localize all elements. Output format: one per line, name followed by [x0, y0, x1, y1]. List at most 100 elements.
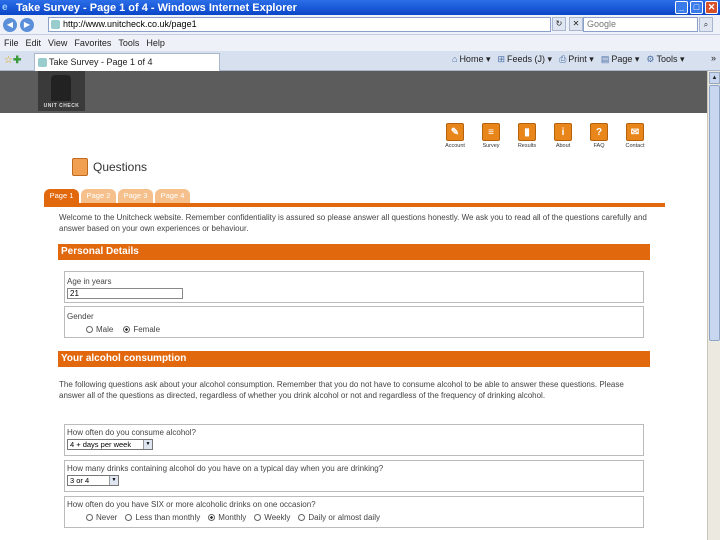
nav-results[interactable]: ▮ Results — [512, 123, 542, 149]
survey-icon: ≡ — [482, 123, 500, 141]
search-input[interactable]: Google — [583, 17, 698, 32]
age-label: Age in years — [67, 277, 112, 286]
gender-options: Male Female — [86, 325, 160, 334]
page-favicon-icon — [51, 20, 60, 29]
chevron-down-icon: ▼ — [109, 476, 118, 485]
close-button[interactable]: ✕ — [705, 1, 718, 14]
nav-label: FAQ — [593, 143, 605, 149]
gender-male-option[interactable]: Male — [86, 325, 113, 334]
menu-edit[interactable]: Edit — [26, 38, 42, 48]
site-nav: ✎ Account ≡ Survey ▮ Results i About ? F… — [440, 123, 650, 149]
nav-label: Contact — [625, 143, 645, 149]
binge-daily-option[interactable]: Daily or almost daily — [298, 513, 380, 522]
nav-label: About — [555, 143, 571, 149]
feeds-button[interactable]: ⊞ Feeds (J) ▾ — [497, 54, 552, 65]
address-bar[interactable]: http://www.unitcheck.co.uk/page1 — [48, 17, 551, 32]
drinks-select[interactable]: 3 or 4 ▼ — [67, 475, 119, 486]
scroll-up-icon[interactable]: ▲ — [709, 72, 720, 84]
drinks-label: How many drinks containing alcohol do yo… — [67, 464, 384, 473]
forward-button[interactable]: ▶ — [20, 17, 34, 32]
tab-label: Take Survey - Page 1 of 4 — [49, 57, 153, 67]
command-bar: ⌂ Home ▾ ⊞ Feeds (J) ▾ ⎙ Print ▾ ▤ Page ▾ ⚙ T… — [452, 54, 685, 65]
nav-faq[interactable]: ? FAQ — [584, 123, 614, 149]
personal-details-header: Personal Details — [58, 244, 650, 260]
tab-page-2[interactable]: Page 2 — [81, 189, 116, 203]
menu-help[interactable]: Help — [146, 38, 165, 48]
gender-female-option[interactable]: Female — [123, 325, 160, 334]
tab-page-3[interactable]: Page 3 — [118, 189, 153, 203]
radio-less-monthly[interactable] — [125, 514, 133, 521]
refresh-button[interactable]: ↻ — [552, 17, 566, 31]
chevron-more-icon[interactable]: » — [711, 53, 716, 63]
address-toolbar: ◀ ▶ http://www.unitcheck.co.uk/page1 ↻ ✕… — [0, 15, 720, 35]
nav-survey[interactable]: ≡ Survey — [476, 123, 506, 149]
tab-page-4[interactable]: Page 4 — [155, 189, 190, 203]
frequency-select[interactable]: 4 + days per week ▼ — [67, 439, 153, 450]
radio-female[interactable] — [123, 326, 131, 333]
nav-contact[interactable]: ✉ Contact — [620, 123, 650, 149]
radio-male[interactable] — [86, 326, 93, 333]
alcohol-intro-text: The following questions ask about your a… — [59, 380, 624, 400]
back-button[interactable]: ◀ — [3, 17, 17, 32]
menu-view[interactable]: View — [48, 38, 67, 48]
intro-text: Welcome to the Unitcheck website. Rememb… — [59, 213, 647, 233]
binge-weekly-option[interactable]: Weekly — [254, 513, 290, 522]
scroll-thumb[interactable] — [709, 85, 720, 341]
binge-never-option[interactable]: Never — [86, 513, 117, 522]
age-input[interactable]: 21 — [67, 288, 183, 299]
tab-favicon-icon — [38, 58, 47, 67]
stop-button[interactable]: ✕ — [569, 17, 583, 31]
drinks-select-value: 3 or 4 — [70, 476, 90, 485]
menu-file[interactable]: File — [4, 38, 19, 48]
tab-bar: ☆✚ Take Survey - Page 1 of 4 ⌂ Home ▾ ⊞ Fe… — [0, 51, 720, 71]
binge-options: Never Less than monthly Monthly Weekly D… — [86, 513, 380, 522]
chevron-down-icon: ▼ — [143, 440, 152, 449]
page-heading: Questions — [93, 160, 148, 174]
nav-label: Results — [517, 143, 537, 149]
page-icon: ▤ — [600, 54, 610, 64]
binge-less-monthly-option[interactable]: Less than monthly — [125, 513, 200, 522]
search-button[interactable]: ⌕ — [699, 17, 713, 32]
nav-about[interactable]: i About — [548, 123, 578, 149]
questions-icon — [72, 158, 88, 176]
question-icon: ? — [590, 123, 608, 141]
address-url: http://www.unitcheck.co.uk/page1 — [63, 19, 197, 29]
add-favorite-icon[interactable]: ✚ — [13, 55, 21, 66]
tab-page-1[interactable]: Page 1 — [44, 189, 79, 203]
nav-label: Survey — [482, 143, 500, 149]
nav-account[interactable]: ✎ Account — [440, 123, 470, 149]
radio-weekly[interactable] — [254, 514, 262, 521]
logo-text: UNIT CHECK — [43, 103, 80, 109]
tools-icon: ⚙ — [646, 54, 655, 64]
pencil-icon: ✎ — [446, 123, 464, 141]
vertical-scrollbar[interactable]: ▲ — [707, 71, 720, 540]
radio-daily[interactable] — [298, 514, 306, 521]
menu-favorites[interactable]: Favorites — [74, 38, 111, 48]
home-button[interactable]: ⌂ Home ▾ — [452, 54, 490, 65]
site-logo[interactable]: UNIT CHECK — [38, 71, 85, 111]
page-menu-button[interactable]: ▤ Page ▾ — [601, 54, 640, 65]
frequency-label: How often do you consume alcohol? — [67, 428, 196, 437]
maximize-button[interactable]: □ — [690, 1, 703, 14]
feeds-icon: ⊞ — [497, 54, 506, 64]
window-titlebar: e Take Survey - Page 1 of 4 - Windows In… — [0, 0, 720, 15]
binge-monthly-option[interactable]: Monthly — [208, 513, 246, 522]
browser-tab[interactable]: Take Survey - Page 1 of 4 — [34, 53, 220, 71]
nav-label: Account — [445, 143, 465, 149]
radio-monthly[interactable] — [208, 514, 216, 521]
menu-bar: File Edit View Favorites Tools Help — [0, 35, 720, 51]
radio-never[interactable] — [86, 514, 93, 521]
tools-menu-button[interactable]: ⚙ Tools ▾ — [646, 54, 684, 65]
gender-label: Gender — [67, 312, 94, 321]
menu-tools[interactable]: Tools — [118, 38, 139, 48]
logo-mark-icon — [51, 75, 71, 101]
info-icon: i — [554, 123, 572, 141]
bar-chart-icon: ▮ — [518, 123, 536, 141]
envelope-icon: ✉ — [626, 123, 644, 141]
site-banner: UNIT CHECK — [0, 71, 707, 113]
favorites-center-icon[interactable]: ☆✚ — [4, 55, 21, 66]
print-button[interactable]: ⎙ Print ▾ — [559, 54, 594, 65]
page-title: Questions — [72, 158, 147, 176]
ie-logo-icon: e — [2, 2, 8, 13]
minimize-button[interactable]: _ — [675, 1, 688, 14]
